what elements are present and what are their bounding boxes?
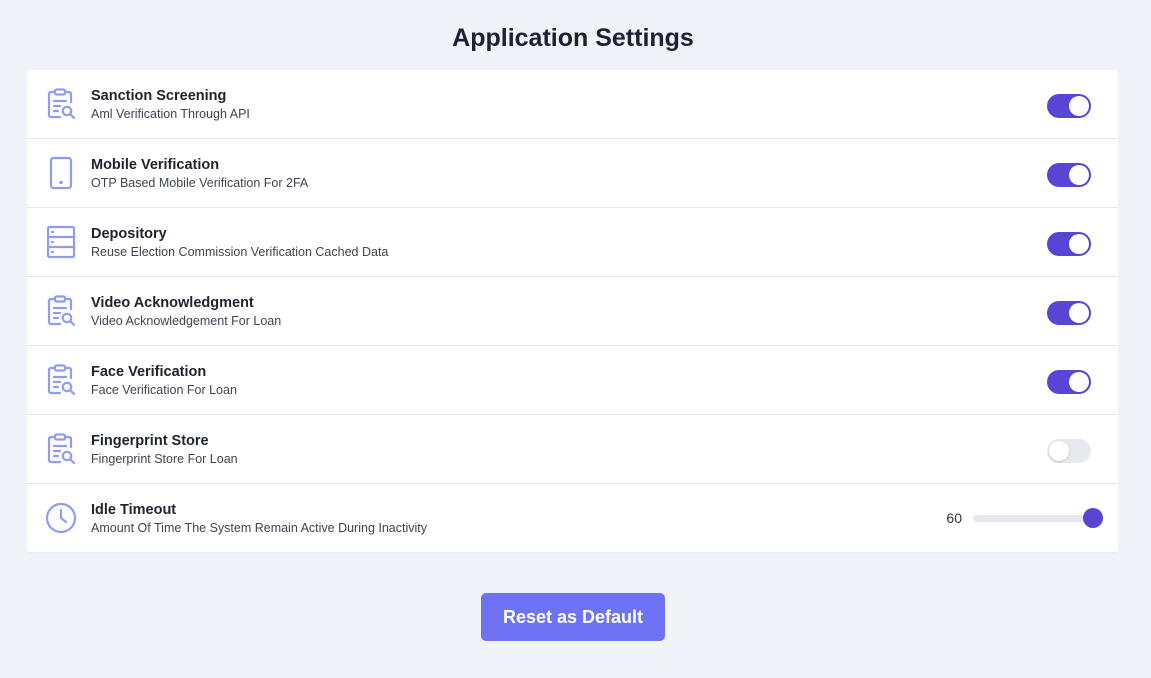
sanction-screening-toggle[interactable] <box>1047 94 1091 118</box>
setting-title: Depository <box>91 226 167 242</box>
setting-row-depository: Depository Reuse Election Commission Ver… <box>27 208 1118 277</box>
toggle-knob <box>1069 303 1089 323</box>
clipboard-search-icon <box>44 363 78 397</box>
idle-timeout-value: 60 <box>946 510 962 526</box>
setting-description: Fingerprint Store For Loan <box>91 452 238 466</box>
setting-title: Video Acknowledgment <box>91 295 254 311</box>
setting-title: Idle Timeout <box>91 502 177 518</box>
toggle-knob <box>1069 372 1089 392</box>
idle-timeout-slider-thumb[interactable] <box>1083 508 1103 528</box>
setting-row-face-verification: Face Verification Face Verification For … <box>27 346 1118 415</box>
setting-description: Amount Of Time The System Remain Active … <box>91 521 428 535</box>
setting-text: Depository Reuse Election Commission Ver… <box>91 225 388 261</box>
mobile-verification-toggle[interactable] <box>1047 163 1091 187</box>
toggle-knob <box>1069 96 1089 116</box>
setting-row-mobile-verification: Mobile Verification OTP Based Mobile Ver… <box>27 139 1118 208</box>
setting-description: Reuse Election Commission Verification C… <box>91 245 389 259</box>
setting-title: Fingerprint Store <box>91 433 209 449</box>
toggle-knob <box>1049 441 1069 461</box>
reset-default-button[interactable]: Reset as Default <box>481 593 665 641</box>
setting-description: Face Verification For Loan <box>91 383 237 397</box>
setting-row-idle-timeout: Idle Timeout Amount Of Time The System R… <box>27 484 1118 552</box>
setting-row-sanction-screening: Sanction Screening Aml Verification Thro… <box>27 70 1118 139</box>
setting-text: Video Acknowledgment Video Acknowledgeme… <box>91 294 281 330</box>
setting-text: Mobile Verification OTP Based Mobile Ver… <box>91 156 308 192</box>
setting-row-fingerprint-store: Fingerprint Store Fingerprint Store For … <box>27 415 1118 484</box>
setting-description: Aml Verification Through API <box>91 107 250 121</box>
toggle-knob <box>1069 165 1089 185</box>
video-acknowledgment-toggle[interactable] <box>1047 301 1091 325</box>
server-storage-icon <box>44 225 78 259</box>
clock-icon <box>44 501 78 535</box>
setting-text: Idle Timeout Amount Of Time The System R… <box>91 501 427 537</box>
clipboard-search-icon <box>44 432 78 466</box>
setting-title: Mobile Verification <box>91 157 220 173</box>
page-title: Application Settings <box>452 24 694 52</box>
settings-card: Sanction Screening Aml Verification Thro… <box>27 70 1118 552</box>
face-verification-toggle[interactable] <box>1047 370 1091 394</box>
setting-text: Sanction Screening Aml Verification Thro… <box>91 87 250 123</box>
toggle-knob <box>1069 234 1089 254</box>
setting-description: Video Acknowledgement For Loan <box>91 314 282 328</box>
clipboard-search-icon <box>44 294 78 328</box>
fingerprint-store-toggle[interactable] <box>1047 439 1091 463</box>
setting-text: Fingerprint Store Fingerprint Store For … <box>91 432 238 468</box>
setting-title: Face Verification <box>91 364 207 380</box>
depository-toggle[interactable] <box>1047 232 1091 256</box>
setting-text: Face Verification Face Verification For … <box>91 363 237 399</box>
setting-title: Sanction Screening <box>91 88 227 104</box>
setting-row-video-acknowledgment: Video Acknowledgment Video Acknowledgeme… <box>27 277 1118 346</box>
clipboard-search-icon <box>44 87 78 121</box>
idle-timeout-slider-track[interactable] <box>973 515 1091 522</box>
setting-description: OTP Based Mobile Verification For 2FA <box>91 176 309 190</box>
mobile-phone-icon <box>44 156 78 190</box>
